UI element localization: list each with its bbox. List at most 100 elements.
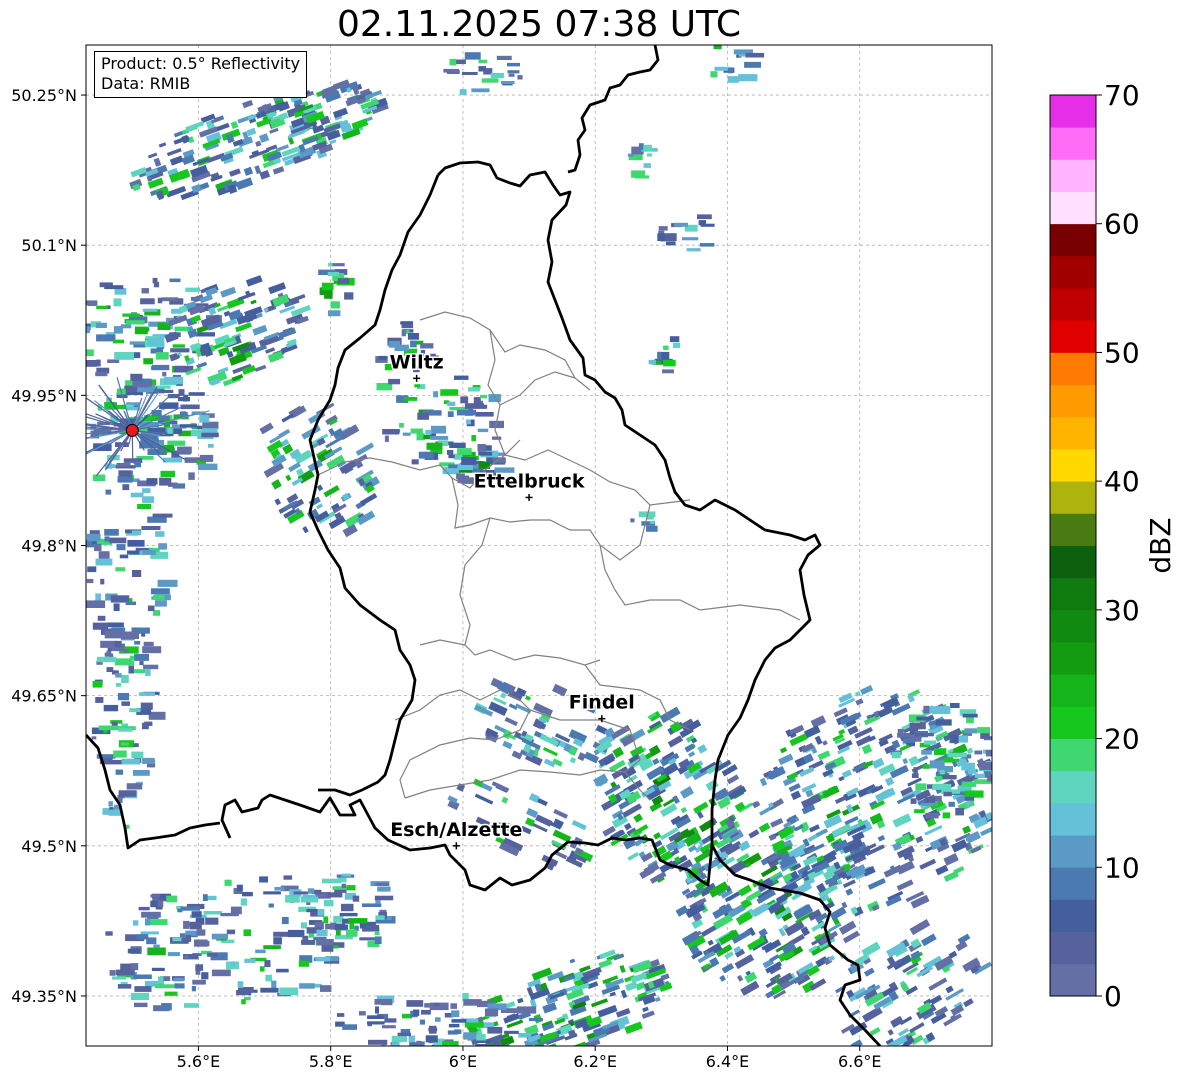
echo-pixel [476,1034,486,1041]
echo-pixel [86,600,106,608]
echo-pixel [179,424,197,428]
data-source-label: Data: RMIB [101,74,191,93]
echo-pixel [384,1018,397,1023]
echo-pixel [116,544,126,551]
echo-pixel [155,531,165,537]
echo-pixel [137,504,152,510]
echo-pixel [477,1044,498,1046]
echo-pixel [260,987,279,993]
echo-pixel [293,891,309,895]
echo-pixel [300,922,307,929]
echo-pixel [487,1027,503,1034]
echo-pixel [425,1035,438,1043]
echo-pixel [205,917,219,925]
echo-pixel [161,1003,172,1011]
echo-pixel [92,622,108,630]
echo-pixel [321,282,334,291]
product-label: Product: 0.5° Reflectivity [101,54,301,73]
colorbar-segment [1050,481,1096,514]
radar-site[interactable] [125,423,139,437]
echo-pixel [372,924,380,932]
colorbar-tick-label: 40 [1104,465,1140,498]
colorbar-segment [1050,416,1096,450]
echo-pixel [201,432,219,438]
echo-pixel [939,770,945,775]
echo-pixel [402,432,411,436]
echo-pixel [112,976,127,980]
colorbar-segment [1050,577,1096,611]
lon-tick-label: 5.6°E [177,1052,221,1071]
echo-pixel [635,175,650,179]
echo-pixel [273,931,291,937]
echo-pixel [106,667,114,672]
echo-pixel [648,359,656,365]
echo-pixel [374,999,392,1005]
echo-pixel [955,808,964,816]
echo-pixel [116,682,122,687]
echo-pixel [113,298,122,307]
echo-pixel [471,88,490,93]
echo-pixel [391,1035,407,1042]
echo-pixel [157,389,174,393]
echo-pixel [417,412,429,420]
echo-pixel [697,214,712,220]
echo-pixel [419,1019,425,1025]
echo-pixel [328,262,333,267]
echo-pixel [974,750,983,755]
echo-pixel [447,450,454,455]
echo-pixel [316,939,334,946]
echo-pixel [475,1044,490,1046]
echo-pixel [153,281,160,288]
echo-pixel [268,903,274,908]
echo-pixel [263,891,281,895]
echo-pixel [401,329,406,337]
echo-pixel [117,693,130,701]
echo-pixel [481,78,499,83]
echo-pixel [87,566,97,573]
colorbar-segment [1050,513,1096,546]
echo-pixel [339,912,358,917]
echo-pixel [281,917,289,925]
echo-pixel [713,45,722,50]
map-plot-area[interactable]: Wiltz Ettelbruck Findel Esch/Alzette [45,43,1033,1081]
echo-pixel [699,243,715,247]
echo-pixel [449,58,457,66]
echo-pixel [109,537,127,544]
colorbar-segment [1050,191,1096,225]
echo-pixel [507,1054,524,1063]
echo-pixel [456,409,476,416]
city-label: Wiltz [390,351,444,373]
echo-pixel [440,389,459,396]
radar-site-marker[interactable] [125,423,139,437]
echo-pixel [126,320,145,325]
echo-pixel [157,579,178,587]
echo-pixel [207,952,218,957]
echo-pixel [146,478,158,485]
echo-pixel [152,513,173,518]
echo-pixel [347,918,368,924]
echo-pixel [113,603,120,611]
echo-pixel [375,900,381,904]
echo-pixel [154,600,167,607]
echo-pixel [473,397,481,405]
echo-pixel [947,752,967,758]
echo-pixel [508,73,515,77]
echo-pixel [142,496,155,503]
echo-pixel [943,791,952,797]
echo-pixel [191,986,196,992]
lat-tick-label: 49.65°N [11,687,77,706]
echo-pixel [924,797,936,804]
echo-pixel [105,489,112,495]
echo-pixel [964,796,975,801]
echo-pixel [475,412,494,417]
echo-pixel [143,664,159,670]
echo-pixel [133,770,150,776]
echo-pixel [130,992,149,1000]
echo-pixel [95,322,107,328]
colorbar-segment [1050,642,1096,675]
echo-pixel [447,1030,458,1035]
echo-pixel [942,812,951,819]
echo-pixel [172,937,182,942]
echo-pixel [242,892,253,897]
echo-pixel [382,1025,396,1029]
